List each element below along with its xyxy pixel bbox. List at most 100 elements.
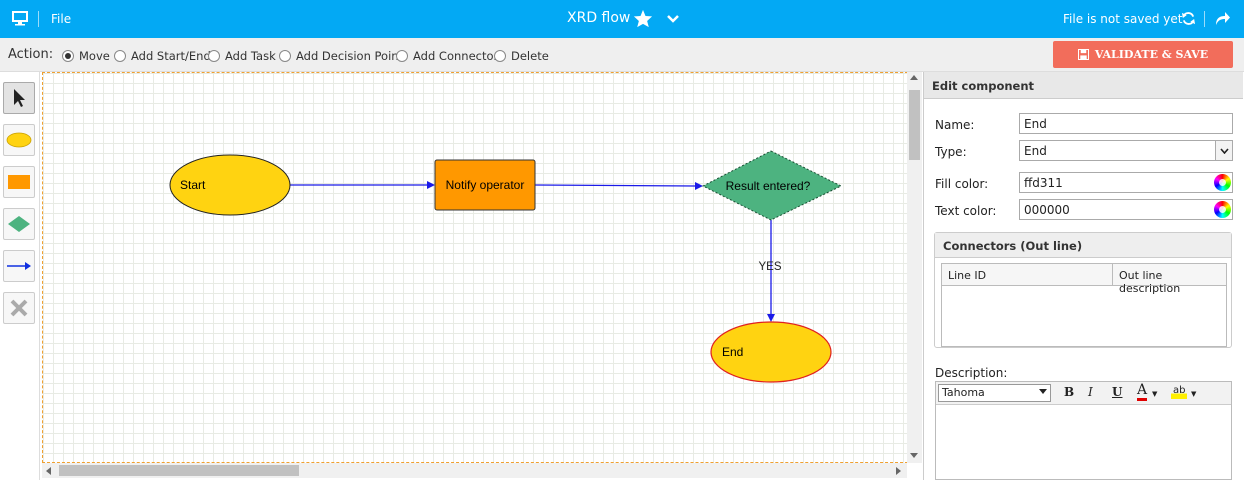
radio-delete[interactable]: Delete	[494, 49, 549, 63]
file-menu[interactable]: File	[51, 12, 71, 26]
node-label: End	[722, 345, 743, 359]
save-icon	[1077, 49, 1089, 60]
scroll-left-icon[interactable]	[46, 467, 51, 475]
tool-pointer[interactable]	[3, 82, 35, 114]
arrowhead	[695, 182, 703, 190]
scroll-down-icon[interactable]	[910, 453, 918, 458]
monitor-icon[interactable]	[12, 11, 28, 29]
text-color-label: Text color:	[935, 204, 997, 218]
font-select[interactable]: Tahoma	[938, 384, 1051, 402]
radio-add-connector[interactable]: Add Connector	[396, 49, 498, 63]
text-color-value: 000000	[1024, 203, 1070, 217]
bold-button[interactable]: B	[1064, 385, 1074, 399]
text-color-input[interactable]: 000000	[1019, 199, 1233, 220]
arrow-icon	[7, 262, 31, 270]
arrowhead	[427, 181, 435, 189]
ellipse-icon	[6, 132, 32, 148]
chevron-down-icon[interactable]	[1215, 141, 1232, 160]
highlight-button[interactable]: ab	[1171, 383, 1188, 399]
radio-dot[interactable]	[396, 50, 408, 62]
type-label: Type:	[935, 145, 967, 159]
radio-dot[interactable]	[494, 50, 506, 62]
tool-add-connector[interactable]	[3, 250, 35, 282]
tool-add-task[interactable]	[3, 166, 35, 198]
action-label: Action:	[8, 47, 54, 62]
chevron-down-icon[interactable]	[1039, 389, 1047, 394]
radio-label: Add Connector	[413, 49, 499, 63]
action-bar: Action: Move Add Start/End Add Task Add …	[0, 38, 1244, 72]
type-select[interactable]: End	[1019, 140, 1233, 161]
pointer-icon	[14, 89, 25, 107]
validate-save-button[interactable]: VALIDATE & SAVE	[1053, 41, 1233, 68]
connector-task-decision[interactable]	[534, 184, 696, 187]
node-task[interactable]: Notify operator	[434, 159, 536, 211]
tool-add-decision[interactable]	[3, 208, 35, 240]
edge-label: YES	[758, 261, 781, 273]
font-select-value: Tahoma	[942, 386, 985, 399]
radio-add-decision-point[interactable]: Add Decision Point	[279, 49, 403, 63]
name-label: Name:	[935, 118, 975, 132]
canvas-horizontal-scrollbar[interactable]	[42, 463, 907, 478]
radio-label: Add Start/End	[131, 49, 211, 63]
radio-move[interactable]: Move	[62, 49, 110, 63]
flow-diagram: Start Notify operator Result entered? YE…	[169, 150, 843, 383]
connectors-title: Connectors (Out line)	[935, 233, 1231, 258]
chevron-down-icon[interactable]	[666, 13, 680, 27]
scroll-up-icon[interactable]	[910, 75, 918, 80]
color-wheel-icon[interactable]	[1214, 201, 1231, 218]
radio-label: Delete	[511, 49, 549, 63]
node-start[interactable]: Start	[169, 154, 291, 216]
canvas-vertical-scrollbar[interactable]	[907, 72, 922, 463]
caret-down-icon[interactable]: ▼	[1152, 390, 1157, 398]
column-header-line-id[interactable]: Line ID	[942, 264, 1113, 286]
node-end[interactable]: End	[710, 321, 832, 383]
connectors-table: Line ID Out line description	[941, 263, 1227, 347]
divider	[38, 11, 39, 27]
scrollbar-thumb[interactable]	[59, 465, 299, 476]
top-bar: File XRD flow File is not saved yet	[0, 0, 1244, 38]
fill-color-value: ffd311	[1024, 176, 1063, 190]
tool-delete[interactable]	[3, 292, 35, 324]
radio-add-start-end[interactable]: Add Start/End	[114, 49, 211, 63]
column-header-out-line-description[interactable]: Out line description	[1113, 264, 1226, 295]
font-color-button[interactable]: A	[1137, 383, 1148, 401]
flow-canvas[interactable]: Start Notify operator Result entered? YE…	[42, 72, 908, 463]
star-icon[interactable]	[633, 9, 653, 31]
name-input[interactable]: End	[1019, 113, 1233, 134]
divider	[1204, 11, 1205, 27]
rectangle-icon	[8, 175, 30, 189]
underline-button[interactable]: U	[1112, 385, 1122, 399]
fill-color-input[interactable]: ffd311	[1019, 172, 1233, 193]
radio-label: Add Task	[225, 49, 276, 63]
caret-down-icon[interactable]: ▼	[1191, 390, 1196, 398]
diamond-icon	[8, 216, 30, 232]
save-status: File is not saved yet	[1063, 12, 1183, 26]
description-editor[interactable]: Tahoma B I U A ▼ ab ▼	[935, 381, 1232, 480]
panel-title: Edit component	[924, 72, 1243, 99]
scrollbar-thumb[interactable]	[909, 90, 920, 160]
node-label: Notify operator	[446, 178, 525, 192]
radio-dot[interactable]	[208, 50, 220, 62]
validate-save-label: VALIDATE & SAVE	[1094, 48, 1209, 61]
edit-component-panel: Edit component Name: End Type: End Fill …	[923, 72, 1243, 480]
color-wheel-icon[interactable]	[1214, 174, 1231, 191]
scroll-right-icon[interactable]	[896, 467, 901, 475]
tool-add-start-end[interactable]	[3, 124, 35, 156]
document-title: XRD flow	[567, 10, 631, 26]
node-label: Start	[180, 178, 206, 192]
refresh-icon[interactable]	[1181, 11, 1196, 29]
connectors-box: Connectors (Out line) Line ID Out line d…	[934, 232, 1232, 348]
type-select-value: End	[1024, 144, 1047, 158]
radio-label: Add Decision Point	[296, 49, 404, 63]
arrowhead	[767, 314, 775, 322]
radio-dot[interactable]	[114, 50, 126, 62]
radio-dot[interactable]	[62, 50, 74, 62]
italic-button[interactable]: I	[1088, 385, 1093, 399]
node-decision[interactable]: Result entered?	[701, 150, 843, 221]
radio-add-task[interactable]: Add Task	[208, 49, 276, 63]
editor-toolbar: Tahoma B I U A ▼ ab ▼	[936, 382, 1231, 405]
radio-dot[interactable]	[279, 50, 291, 62]
node-label: Result entered?	[726, 179, 811, 193]
delete-icon	[10, 299, 28, 317]
share-icon[interactable]	[1214, 11, 1231, 29]
